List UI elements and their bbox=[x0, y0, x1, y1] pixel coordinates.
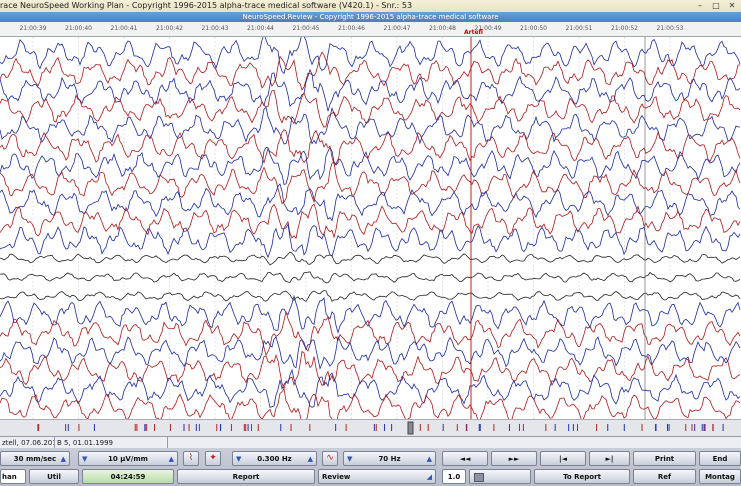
speed-value: 30 mm/sec bbox=[13, 455, 57, 463]
time-tick: 21:00:44 bbox=[247, 25, 274, 32]
time-tick: 21:00:47 bbox=[383, 25, 411, 32]
time-tick: 21:00:43 bbox=[201, 25, 229, 32]
waveform-icon-button[interactable]: ∿ bbox=[322, 451, 338, 466]
bottom-toolbar: 30 mm/sec ▲ ▼ 10 µV/mm ▲ ⌇ ✦ ▼ 0.300 Hz … bbox=[0, 448, 741, 486]
event-marks-strip bbox=[37, 421, 724, 435]
close-icon[interactable]: ✕ bbox=[727, 1, 737, 10]
notch-icon-button[interactable]: ✦ bbox=[205, 451, 221, 466]
time-tick: 21:00:48 bbox=[429, 25, 456, 32]
scroll-thumb[interactable] bbox=[407, 421, 414, 435]
review-label: Review bbox=[322, 473, 351, 481]
review-title-bar: NeuroSpeed.Review - Copyright 1996-2015 … bbox=[0, 12, 741, 22]
low-filter-down-icon[interactable]: ▼ bbox=[236, 452, 241, 465]
eeg-channel-trace bbox=[0, 203, 741, 240]
notch-icon: ✦ bbox=[209, 453, 217, 463]
end-button[interactable]: End bbox=[699, 451, 741, 466]
recording-time-display: 04:24:59 bbox=[82, 469, 174, 484]
waveform-icon: ∿ bbox=[326, 453, 334, 463]
eeg-channel-trace bbox=[0, 271, 741, 284]
time-tick: 21:00:40 bbox=[65, 25, 92, 32]
time-axis: 21:00:39 21:00:40 21:00:41 21:00:42 21:00:43… bbox=[0, 22, 741, 37]
fast-back-button[interactable]: ◄◄ bbox=[442, 451, 488, 466]
minimize-icon[interactable]: – bbox=[695, 1, 705, 10]
zoom-slider[interactable] bbox=[469, 469, 531, 484]
go-start-button[interactable]: |◄ bbox=[540, 451, 586, 466]
sensitivity-up-icon[interactable]: ▲ bbox=[169, 452, 174, 465]
time-tick: 21:00:50 bbox=[520, 25, 547, 32]
channel-button[interactable]: han bbox=[0, 469, 26, 484]
to-report-button[interactable]: To Report bbox=[534, 469, 630, 484]
montage-button[interactable]: Montag bbox=[699, 469, 741, 484]
eeg-channel-trace bbox=[0, 222, 741, 259]
high-filter-down-icon[interactable]: ▼ bbox=[347, 452, 352, 465]
time-tick: 21:00:46 bbox=[338, 25, 365, 32]
eeg-traces bbox=[0, 37, 741, 419]
event-marker-label: Artefl bbox=[464, 29, 483, 36]
fast-forward-button[interactable]: ►► bbox=[491, 451, 537, 466]
eeg-channel-trace bbox=[0, 51, 741, 91]
eeg-channel-trace bbox=[0, 183, 741, 222]
filter-icon-button[interactable]: ⌇ bbox=[183, 451, 199, 466]
speed-up-icon[interactable]: ▲ bbox=[61, 452, 66, 465]
filter-icon: ⌇ bbox=[188, 453, 194, 463]
timeline-scroll-strip[interactable] bbox=[0, 419, 741, 436]
sensitivity-value: 10 µV/mm bbox=[108, 455, 148, 463]
low-filter-select[interactable]: ▼ 0.300 Hz ▲ bbox=[232, 451, 317, 466]
eeg-channel-trace bbox=[0, 89, 741, 128]
high-filter-select[interactable]: ▼ 70 Hz ▲ bbox=[343, 451, 436, 466]
eeg-channel-trace bbox=[0, 162, 741, 205]
util-button[interactable]: Util bbox=[29, 469, 79, 484]
eeg-channel-trace bbox=[0, 37, 741, 75]
zoom-field[interactable]: 1.0 bbox=[442, 469, 466, 484]
low-filter-value: 0.300 Hz bbox=[257, 455, 292, 463]
sensitivity-select[interactable]: ▼ 10 µV/mm ▲ bbox=[78, 451, 178, 466]
report-button[interactable]: Report bbox=[177, 469, 315, 484]
eeg-channel-trace bbox=[0, 311, 741, 356]
sensitivity-down-icon[interactable]: ▼ bbox=[82, 452, 87, 465]
time-tick: 21:00:52 bbox=[611, 25, 638, 32]
time-tick: 21:00:42 bbox=[156, 25, 183, 32]
eeg-channel-trace bbox=[0, 68, 741, 112]
time-tick: 21:00:39 bbox=[19, 25, 47, 32]
time-tick: 21:00:45 bbox=[292, 25, 320, 32]
eeg-channel-trace bbox=[0, 290, 741, 302]
high-filter-up-icon[interactable]: ▲ bbox=[427, 452, 432, 465]
app-title: race NeuroSpeed Working Plan - Copyright… bbox=[0, 1, 413, 10]
high-filter-value: 70 Hz bbox=[378, 455, 401, 463]
time-tick: 21:00:53 bbox=[656, 25, 684, 32]
review-button[interactable]: Review ◢ bbox=[318, 469, 436, 484]
speed-select[interactable]: 30 mm/sec ▲ bbox=[0, 451, 70, 466]
low-filter-up-icon[interactable]: ▲ bbox=[308, 452, 313, 465]
go-end-button[interactable]: ►| bbox=[589, 451, 630, 466]
review-dropdown-icon[interactable]: ◢ bbox=[427, 470, 432, 483]
maximize-icon[interactable]: □ bbox=[711, 1, 721, 10]
zoom-slider-thumb[interactable] bbox=[474, 473, 484, 482]
window-controls: – □ ✕ bbox=[695, 1, 737, 10]
eeg-channel-trace bbox=[0, 251, 741, 266]
time-tick: 21:00:51 bbox=[565, 25, 593, 32]
ref-button[interactable]: Ref bbox=[633, 469, 696, 484]
time-tick: 21:00:41 bbox=[110, 25, 138, 32]
print-button[interactable]: Print bbox=[633, 451, 696, 466]
eeg-trace-area[interactable] bbox=[0, 37, 741, 419]
